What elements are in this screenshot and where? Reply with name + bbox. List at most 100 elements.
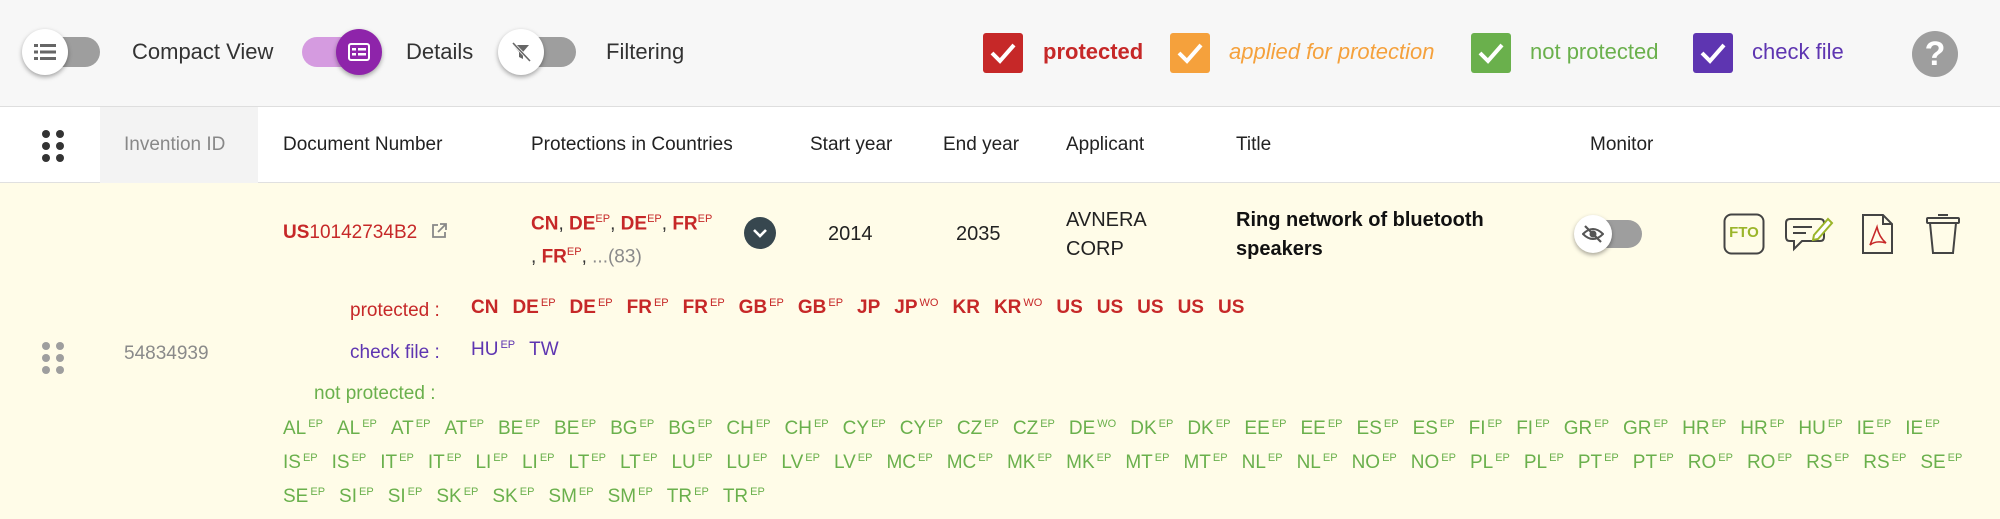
country-code: ES EP	[1356, 418, 1399, 439]
document-number-link[interactable]: US10142734B2	[283, 222, 448, 244]
toolbar: Compact View Details Filtering protected	[0, 0, 2000, 107]
country-code-source: EP	[463, 486, 479, 498]
header-applicant[interactable]: Applicant	[1066, 134, 1144, 156]
country-code: JP WO	[894, 297, 939, 318]
country-code: US	[1177, 297, 1204, 318]
details-icon	[336, 29, 382, 75]
country-code: MT EP	[1125, 452, 1170, 473]
header-end-year[interactable]: End year	[943, 134, 1019, 156]
header-invention-id[interactable]: Invention ID	[124, 134, 225, 156]
header-start-year[interactable]: Start year	[810, 134, 892, 156]
country-code: DE EP	[569, 297, 613, 318]
country-code-source: EP	[1158, 418, 1174, 430]
country-code: RO EP	[1746, 452, 1793, 473]
protected-legend-checkbox[interactable]	[983, 33, 1023, 73]
country-code-source: EP	[984, 418, 999, 430]
country-code: GR EP	[1622, 418, 1669, 439]
country-code: TR EP	[722, 486, 765, 507]
country-code: DE WO	[1068, 418, 1117, 439]
country-code: MC EP	[946, 452, 993, 473]
country-code: SK EP	[436, 486, 479, 507]
country-code: SI EP	[339, 486, 374, 507]
country-code: SK EP	[492, 486, 535, 507]
country-code: BG EP	[610, 418, 655, 439]
comment-button[interactable]	[1784, 213, 1834, 255]
row-drag-icon[interactable]	[42, 342, 64, 374]
country-code-source: EP	[978, 452, 993, 464]
country-code-source: EP	[871, 418, 886, 430]
country-code: FI EP	[1516, 418, 1550, 439]
country-code: GB EP	[797, 297, 844, 318]
country-code-source: EP	[1891, 452, 1907, 464]
country-code-source: EP	[1441, 452, 1456, 464]
eye-off-icon	[1574, 215, 1612, 253]
country-code-source: EP	[1653, 418, 1669, 430]
trash-icon	[1926, 214, 1960, 254]
header-title[interactable]: Title	[1236, 134, 1271, 156]
compact-view-label: Compact View	[132, 39, 274, 64]
delete-button[interactable]	[1922, 213, 1964, 255]
country-code: PL EP	[1469, 452, 1510, 473]
country-code-source: EP	[578, 486, 594, 498]
country-code: NL EP	[1241, 452, 1283, 473]
country-code: HU EP	[1798, 418, 1843, 439]
expand-countries-button[interactable]	[744, 217, 776, 249]
country-code-source: EP	[362, 418, 377, 430]
country-code: US	[1217, 297, 1245, 318]
filtering-toggle[interactable]	[498, 29, 578, 75]
country-code: IE EP	[1905, 418, 1940, 439]
not-protected-legend-checkbox[interactable]	[1471, 33, 1511, 73]
country-code-source: EP	[1876, 418, 1892, 430]
applied-legend-checkbox[interactable]	[1170, 33, 1210, 73]
country-code: SM EP	[548, 486, 594, 507]
more-count: ...(83)	[592, 246, 642, 268]
compact-view-toggle[interactable]	[22, 29, 102, 75]
country-code: AT EP	[390, 418, 431, 439]
country-code: RO EP	[1687, 452, 1733, 473]
header-document-number[interactable]: Document Number	[283, 134, 442, 156]
country-code-source: EP	[302, 452, 318, 464]
pdf-button[interactable]	[1856, 213, 1898, 255]
country-code-source: EP	[1212, 452, 1228, 464]
check-file-legend-checkbox[interactable]	[1693, 33, 1733, 73]
country-code: AL EP	[336, 418, 377, 439]
header-monitor[interactable]: Monitor	[1590, 134, 1653, 156]
details-label: Details	[406, 39, 474, 64]
summary-code: DE	[620, 213, 648, 235]
country-code-source: EP	[407, 486, 423, 498]
country-code: GB EP	[738, 297, 784, 318]
country-code: HR EP	[1682, 418, 1727, 439]
monitor-toggle[interactable]	[1574, 214, 1646, 254]
help-icon[interactable]: ?	[1912, 31, 1958, 77]
country-code-source: EP	[928, 418, 943, 430]
country-code: FR EP	[626, 297, 669, 318]
check-icon	[990, 43, 1016, 64]
country-code-source: EP	[1594, 418, 1609, 430]
country-code-source: EP	[1659, 452, 1674, 464]
country-code: EE EP	[1300, 418, 1343, 439]
details-toggle[interactable]	[300, 29, 382, 75]
column-settings-drag-icon[interactable]	[42, 130, 64, 162]
applicant: AVNERA CORP	[1066, 209, 1147, 260]
invention-id: 54834939	[124, 343, 209, 364]
start-year: 2014	[828, 223, 873, 245]
country-code: IS EP	[283, 452, 318, 473]
country-code-source: EP	[1549, 452, 1564, 464]
country-code: MK EP	[1066, 452, 1112, 473]
country-code: CY EP	[899, 418, 943, 439]
country-code: IS EP	[331, 452, 367, 473]
list-icon	[22, 29, 68, 75]
fto-button[interactable]: FTO	[1723, 213, 1765, 255]
country-code-source: EP	[755, 418, 771, 430]
protected-country-list: CN DE EP DE EP FR EP FR EP GB EP GB EP JP JP WO KR KR WO US…	[471, 297, 1971, 319]
country-code: EE EP	[1244, 418, 1287, 439]
country-code-source: EP	[1154, 452, 1170, 464]
country-code-source: EP	[308, 418, 323, 430]
country-code-source: EP	[500, 339, 516, 351]
country-code-source: EP	[1037, 452, 1053, 464]
summary-code: DE	[569, 213, 596, 235]
country-code: MK EP	[1006, 452, 1053, 473]
header-protections[interactable]: Protections in Countries	[531, 134, 733, 156]
doc-prefix: US	[283, 222, 310, 243]
country-code-source: EP	[1327, 418, 1343, 430]
